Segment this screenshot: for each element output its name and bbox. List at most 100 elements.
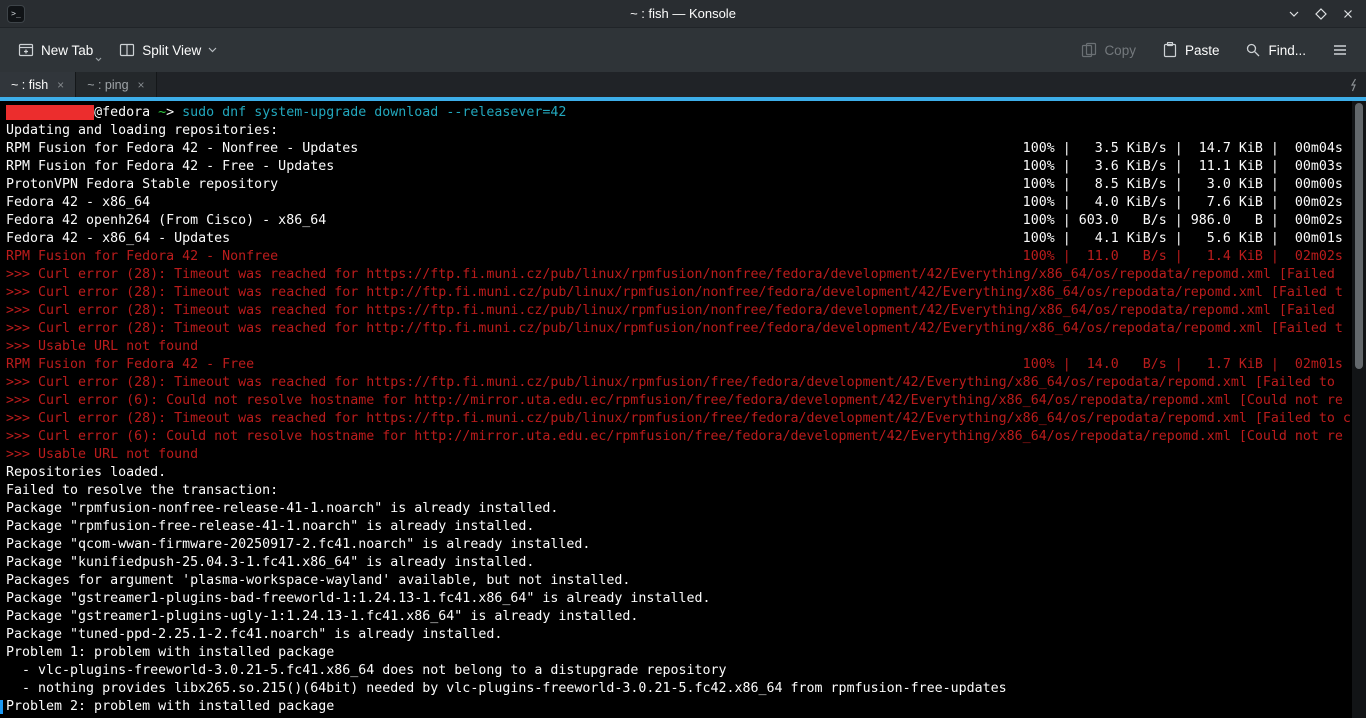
redacted-username	[6, 105, 94, 120]
terminal-text: >>> Curl error (6): Could not resolve ho…	[6, 393, 1343, 408]
terminal-line: RPM Fusion for Fedora 42 - Free 100% | 1…	[0, 356, 1352, 374]
window-title: ~ : fish — Konsole	[0, 6, 1366, 21]
terminal-line: >>> Curl error (28): Timeout was reached…	[0, 266, 1352, 284]
copy-label: Copy	[1104, 43, 1136, 58]
terminal-line: Package "rpmfusion-nonfree-release-41-1.…	[0, 500, 1352, 518]
main-toolbar: New Tab Split View Copy Paste	[0, 28, 1366, 72]
terminal-line: Package "rpmfusion-free-release-41-1.noa…	[0, 518, 1352, 536]
terminal-line: >>> Usable URL not found	[0, 338, 1352, 356]
tab-activity-button[interactable]	[1348, 72, 1366, 97]
terminal-line: >>> Curl error (6): Could not resolve ho…	[0, 428, 1352, 446]
find-label: Find...	[1268, 43, 1306, 58]
search-icon	[1245, 42, 1261, 58]
chevron-down-icon	[208, 47, 217, 53]
split-view-icon	[119, 42, 135, 58]
terminal-text: ~	[158, 105, 166, 120]
terminal-text: Packages for argument 'plasma-workspace-…	[6, 573, 630, 588]
terminal-text: Failed to resolve the transaction:	[6, 483, 278, 498]
restore-diamond-icon	[1314, 7, 1328, 21]
tab-activity-indicator-icon	[1348, 78, 1360, 92]
terminal-view[interactable]: @fedora ~> sudo dnf system-upgrade downl…	[0, 99, 1366, 718]
terminal-text: - vlc-plugins-freeworld-3.0.21-5.fc41.x8…	[6, 663, 727, 678]
paste-button[interactable]: Paste	[1152, 35, 1230, 65]
paste-label: Paste	[1185, 43, 1220, 58]
hamburger-icon	[1332, 42, 1348, 58]
terminal-line: >>> Usable URL not found	[0, 446, 1352, 464]
tab-close-icon[interactable]: ×	[138, 79, 145, 91]
terminal-scrollbar[interactable]	[1352, 101, 1366, 718]
scrollbar-thumb[interactable]	[1355, 103, 1363, 369]
copy-icon	[1081, 42, 1097, 58]
terminal-line: ProtonVPN Fedora Stable repository 100% …	[0, 176, 1352, 194]
konsole-app-icon: >_	[7, 5, 25, 23]
terminal-text: - nothing provides libx265.so.215()(64bi…	[6, 681, 1007, 696]
new-tab-button[interactable]: New Tab	[8, 35, 103, 65]
terminal-line: - nothing provides libx265.so.215()(64bi…	[0, 680, 1352, 698]
terminal-text: >>> Curl error (28): Timeout was reached…	[6, 267, 1335, 282]
terminal-text: Problem 1: problem with installed packag…	[6, 645, 334, 660]
paste-icon	[1162, 42, 1178, 58]
new-tab-label: New Tab	[41, 43, 93, 58]
terminal-line: Failed to resolve the transaction:	[0, 482, 1352, 500]
terminal-text: Repositories loaded.	[6, 465, 166, 480]
terminal-line: Package "gstreamer1-plugins-ugly-1:1.24.…	[0, 608, 1352, 626]
terminal-output: @fedora ~> sudo dnf system-upgrade downl…	[0, 101, 1352, 718]
tab-fish[interactable]: ~ : fish ×	[0, 72, 76, 97]
terminal-text: Package "rpmfusion-free-release-41-1.noa…	[6, 519, 534, 534]
terminal-text: RPM Fusion for Fedora 42 - Free - Update…	[6, 159, 1343, 174]
terminal-text: Fedora 42 - x86_64 100% | 4.0 KiB/s | 7.…	[6, 195, 1343, 210]
terminal-text: Updating and loading repositories:	[6, 123, 278, 138]
restore-button[interactable]	[1313, 6, 1329, 22]
find-button[interactable]: Find...	[1235, 35, 1316, 65]
terminal-line: Fedora 42 - x86_64 - Updates 100% | 4.1 …	[0, 230, 1352, 248]
window-controls	[1286, 0, 1356, 28]
titlebar[interactable]: >_ ~ : fish — Konsole	[0, 0, 1366, 28]
tab-label: ~ : fish	[11, 78, 48, 92]
terminal-text: Package "kunifiedpush-25.04.3-1.fc41.x86…	[6, 555, 534, 570]
terminal-line: RPM Fusion for Fedora 42 - Nonfree - Upd…	[0, 140, 1352, 158]
terminal-line: Updating and loading repositories:	[0, 122, 1352, 140]
terminal-text: >>> Curl error (28): Timeout was reached…	[6, 375, 1335, 390]
terminal-text: @fedora	[94, 105, 158, 120]
terminal-text: >>> Curl error (28): Timeout was reached…	[6, 321, 1343, 336]
split-view-button[interactable]: Split View	[109, 35, 227, 65]
terminal-text: Fedora 42 openh264 (From Cisco) - x86_64…	[6, 213, 1343, 228]
terminal-line: Problem 1: problem with installed packag…	[0, 644, 1352, 662]
chevron-down-icon	[95, 57, 102, 62]
close-icon	[1341, 7, 1355, 21]
terminal-line: Package "kunifiedpush-25.04.3-1.fc41.x86…	[0, 554, 1352, 572]
terminal-text: Package "gstreamer1-plugins-bad-freeworl…	[6, 591, 710, 606]
terminal-text: Package "tuned-ppd-2.25.1-2.fc41.noarch"…	[6, 627, 502, 642]
close-button[interactable]	[1340, 6, 1356, 22]
tab-label: ~ : ping	[87, 78, 128, 92]
hamburger-menu-button[interactable]	[1322, 35, 1358, 65]
terminal-text: Package "qcom-wwan-firmware-20250917-2.f…	[6, 537, 590, 552]
terminal-text: >>> Curl error (28): Timeout was reached…	[6, 285, 1343, 300]
new-tab-icon	[18, 42, 34, 58]
terminal-text: >>> Curl error (28): Timeout was reached…	[6, 303, 1335, 318]
tab-close-icon[interactable]: ×	[57, 79, 64, 91]
split-view-label: Split View	[142, 43, 201, 58]
terminal-line: RPM Fusion for Fedora 42 - Nonfree 100% …	[0, 248, 1352, 266]
terminal-line: RPM Fusion for Fedora 42 - Free - Update…	[0, 158, 1352, 176]
copy-button[interactable]: Copy	[1071, 35, 1146, 65]
tab-ping[interactable]: ~ : ping ×	[76, 72, 156, 97]
terminal-text: >	[166, 105, 182, 120]
terminal-text: RPM Fusion for Fedora 42 - Nonfree 100% …	[6, 249, 1343, 264]
terminal-line: >>> Curl error (28): Timeout was reached…	[0, 284, 1352, 302]
terminal-text: RPM Fusion for Fedora 42 - Free 100% | 1…	[6, 357, 1343, 372]
terminal-text: >>> Curl error (28): Timeout was reached…	[6, 411, 1351, 426]
terminal-line: >>> Curl error (28): Timeout was reached…	[0, 410, 1352, 428]
terminal-line: Fedora 42 - x86_64 100% | 4.0 KiB/s | 7.…	[0, 194, 1352, 212]
terminal-line: Package "tuned-ppd-2.25.1-2.fc41.noarch"…	[0, 626, 1352, 644]
terminal-text: >>> Usable URL not found	[6, 339, 198, 354]
terminal-text: Problem 2: problem with installed packag…	[6, 699, 334, 714]
terminal-line: Repositories loaded.	[0, 464, 1352, 482]
terminal-line: >>> Curl error (28): Timeout was reached…	[0, 374, 1352, 392]
terminal-line: >>> Curl error (6): Could not resolve ho…	[0, 392, 1352, 410]
chevron-down-icon	[1287, 7, 1301, 21]
terminal-line: Package "qcom-wwan-firmware-20250917-2.f…	[0, 536, 1352, 554]
minimize-button[interactable]	[1286, 6, 1302, 22]
terminal-line: >>> Curl error (28): Timeout was reached…	[0, 302, 1352, 320]
terminal-text: Package "gstreamer1-plugins-ugly-1:1.24.…	[6, 609, 638, 624]
